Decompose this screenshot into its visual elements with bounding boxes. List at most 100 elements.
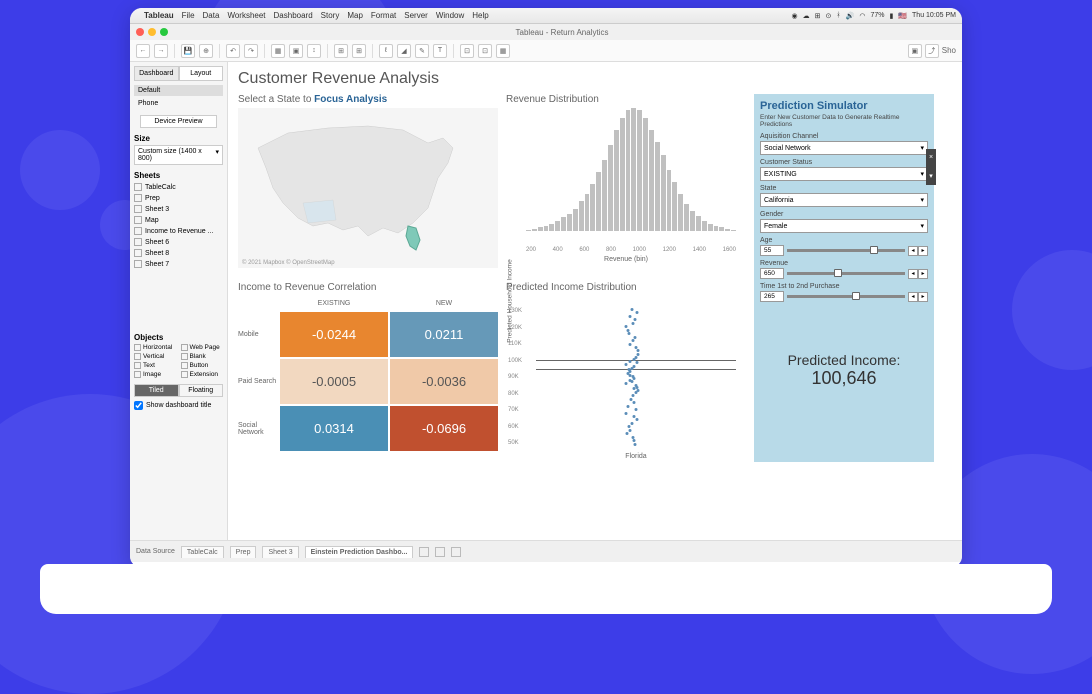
floating-button[interactable]: Floating xyxy=(179,384,224,397)
presentation-button[interactable]: ▣ xyxy=(908,44,922,58)
sheet-item[interactable]: Sheet 3 xyxy=(134,204,223,214)
toolbar-button[interactable]: T xyxy=(433,44,447,58)
toolbar-button[interactable]: ▦ xyxy=(271,44,285,58)
bluetooth-icon[interactable]: ᚼ xyxy=(836,12,840,19)
object-vertical[interactable]: Vertical xyxy=(134,353,177,360)
toolbar-button[interactable]: ⊡ xyxy=(478,44,492,58)
sheet-item[interactable]: Sheet 6 xyxy=(134,237,223,247)
object-blank[interactable]: Blank xyxy=(181,353,224,360)
new-data-button[interactable]: ⊕ xyxy=(199,44,213,58)
menu-data[interactable]: Data xyxy=(203,11,220,20)
sheet-item[interactable]: Prep xyxy=(134,193,223,203)
sheet-tab[interactable]: TableCalc xyxy=(181,546,224,558)
toolbar-button[interactable]: ✎ xyxy=(415,44,429,58)
sim-age-value[interactable]: 55 xyxy=(760,245,784,256)
histogram-xlabel: Revenue (bin) xyxy=(506,256,746,263)
undo-button[interactable]: ↶ xyxy=(226,44,240,58)
redo-button[interactable]: ↷ xyxy=(244,44,258,58)
sim-time-slider[interactable] xyxy=(787,295,905,298)
histogram-viz[interactable]: 2004006008001000120014001600 Revenue (bi… xyxy=(506,108,746,253)
sim-age-inc[interactable]: ▸ xyxy=(918,246,928,256)
toolbar-button[interactable]: ▦ xyxy=(496,44,510,58)
save-button[interactable]: 💾 xyxy=(181,44,195,58)
show-title-checkbox[interactable]: Show dashboard title xyxy=(134,401,223,410)
map-viz[interactable]: © 2021 Mapbox © OpenStreetMap xyxy=(238,108,498,268)
volume-icon[interactable]: 🔊 xyxy=(846,12,855,20)
object-button[interactable]: Button xyxy=(181,362,224,369)
toolbar-button[interactable]: ▣ xyxy=(289,44,303,58)
sim-time-value[interactable]: 265 xyxy=(760,291,784,302)
object-text[interactable]: Text xyxy=(134,362,177,369)
sheet-tab-active[interactable]: Einstein Prediction Dashbo... xyxy=(305,546,414,558)
sim-revenue-dec[interactable]: ◂ xyxy=(908,269,918,279)
toolbar-button[interactable]: ↕ xyxy=(307,44,321,58)
sim-state-select[interactable]: California▾ xyxy=(760,193,928,207)
flag-icon[interactable]: 🇺🇸 xyxy=(898,12,907,20)
tab-dashboard[interactable]: Dashboard xyxy=(134,66,179,81)
close-icon[interactable]: × xyxy=(929,154,933,161)
sheet-item[interactable]: Sheet 8 xyxy=(134,248,223,258)
cloud-icon[interactable]: ☁ xyxy=(803,12,810,20)
tray-icon[interactable]: ⊞ xyxy=(815,12,821,20)
back-button[interactable]: ← xyxy=(136,44,150,58)
wifi-icon[interactable]: ◠ xyxy=(859,12,865,20)
object-image[interactable]: Image xyxy=(134,371,177,378)
sheet-tab[interactable]: Sheet 3 xyxy=(262,546,298,558)
sim-revenue-value[interactable]: 650 xyxy=(760,268,784,279)
menu-file[interactable]: File xyxy=(182,11,195,20)
sheet-item[interactable]: Map xyxy=(134,215,223,225)
menu-help[interactable]: Help xyxy=(472,11,488,20)
object-extension[interactable]: Extension xyxy=(181,371,224,378)
menu-dashboard[interactable]: Dashboard xyxy=(274,11,313,20)
toolbar-button[interactable]: ℓ xyxy=(379,44,393,58)
sheet-item[interactable]: TableCalc xyxy=(134,182,223,192)
sheet-item[interactable]: Sheet 7 xyxy=(134,259,223,269)
sheet-icon xyxy=(134,260,142,268)
toolbar-button[interactable]: ⊞ xyxy=(334,44,348,58)
strip-viz[interactable]: Predicted Household Income 130K120K110K1… xyxy=(506,296,746,466)
object-horizontal[interactable]: Horizontal xyxy=(134,344,177,351)
sim-revenue-inc[interactable]: ▸ xyxy=(918,269,928,279)
show-me-button[interactable]: Sho xyxy=(942,46,956,55)
sim-gender-select[interactable]: Female▾ xyxy=(760,219,928,233)
app-name[interactable]: Tableau xyxy=(144,11,174,20)
tray-icon[interactable]: ⊙ xyxy=(826,12,832,20)
parameter-control-handle[interactable]: ×▾ xyxy=(926,149,936,185)
sim-age-dec[interactable]: ◂ xyxy=(908,246,918,256)
menu-format[interactable]: Format xyxy=(371,11,396,20)
tiled-button[interactable]: Tiled xyxy=(134,384,179,397)
new-worksheet-button[interactable] xyxy=(419,547,429,557)
menu-story[interactable]: Story xyxy=(321,11,340,20)
sim-status-select[interactable]: EXISTING▾ xyxy=(760,167,928,181)
device-default[interactable]: Default xyxy=(134,85,223,96)
new-story-button[interactable] xyxy=(451,547,461,557)
sim-acq-select[interactable]: Social Network▾ xyxy=(760,141,928,155)
sheet-item[interactable]: Income to Revenue ... xyxy=(134,226,223,236)
zoom-window-button[interactable] xyxy=(160,28,168,36)
toolbar-button[interactable]: ⊡ xyxy=(460,44,474,58)
close-window-button[interactable] xyxy=(136,28,144,36)
data-source-tab[interactable]: Data Source xyxy=(136,548,175,555)
size-select[interactable]: Custom size (1400 x 800)▾ xyxy=(134,145,223,165)
tray-icon[interactable]: ◉ xyxy=(792,12,798,20)
sim-revenue-slider[interactable] xyxy=(787,272,905,275)
minimize-window-button[interactable] xyxy=(148,28,156,36)
sim-time-dec[interactable]: ◂ xyxy=(908,292,918,302)
menu-map[interactable]: Map xyxy=(347,11,363,20)
sim-time-inc[interactable]: ▸ xyxy=(918,292,928,302)
clock[interactable]: Thu 10:05 PM xyxy=(912,12,956,19)
device-preview-button[interactable]: Device Preview xyxy=(140,115,217,128)
menu-window[interactable]: Window xyxy=(436,11,464,20)
forward-button[interactable]: → xyxy=(154,44,168,58)
device-phone[interactable]: Phone xyxy=(134,98,223,109)
menu-server[interactable]: Server xyxy=(404,11,428,20)
menu-worksheet[interactable]: Worksheet xyxy=(227,11,265,20)
sim-age-slider[interactable] xyxy=(787,249,905,252)
sheet-tab[interactable]: Prep xyxy=(230,546,257,558)
share-button[interactable]: ⤴ xyxy=(925,44,939,58)
toolbar-button[interactable]: ◢ xyxy=(397,44,411,58)
tab-layout[interactable]: Layout xyxy=(179,66,224,81)
object-webpage[interactable]: Web Page xyxy=(181,344,224,351)
toolbar-button[interactable]: ⊞ xyxy=(352,44,366,58)
new-dashboard-button[interactable] xyxy=(435,547,445,557)
